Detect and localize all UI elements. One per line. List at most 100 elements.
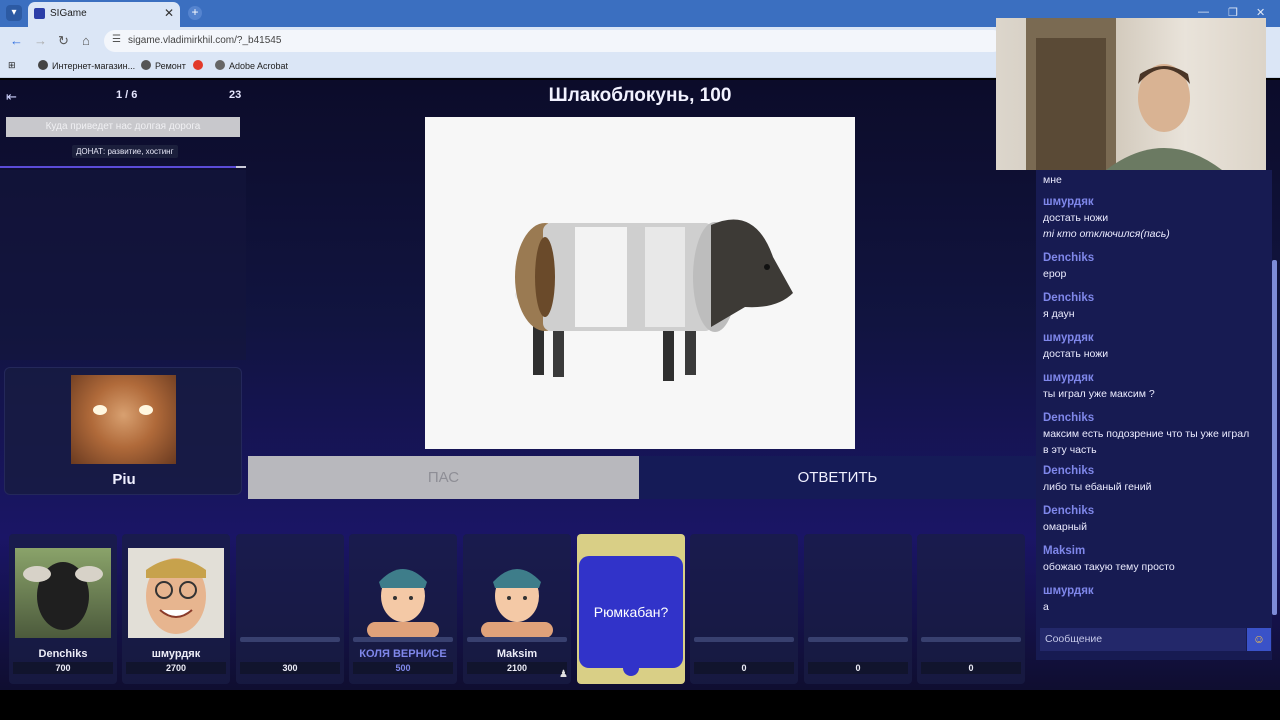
- chat-text: ерор: [1043, 268, 1067, 280]
- player-card[interactable]: 300: [236, 534, 344, 684]
- player-card[interactable]: шмурдяк 2700: [122, 534, 230, 684]
- answer-bubble-tail: [623, 666, 639, 676]
- game-notice: Куда приведет нас долгая дорога: [6, 117, 240, 137]
- chat-message: шмурдяк достать ножи: [1043, 330, 1108, 362]
- chat-text: омарный: [1043, 521, 1087, 533]
- player-score: 300: [240, 662, 340, 674]
- answer-bubble: Рюмкабан?: [579, 556, 683, 668]
- player-bar: [694, 637, 794, 642]
- theme-title: Шлакоблокунь, 100: [548, 85, 732, 106]
- back-icon[interactable]: ←: [10, 33, 23, 48]
- player-card[interactable]: 0: [804, 534, 912, 684]
- donate-link[interactable]: ДОНАТ: развитие, хостинг: [72, 145, 178, 158]
- bottom-bar: [0, 690, 1280, 720]
- bookmark-item[interactable]: Ремонт: [141, 60, 186, 71]
- player-bar: [353, 637, 453, 642]
- emoji-icon[interactable]: ☺: [1247, 628, 1271, 651]
- chat-author: Denchiks: [1043, 292, 1095, 304]
- host-avatar: [71, 375, 176, 464]
- chat-message: шмурдяк ты играл уже максим ?: [1043, 370, 1155, 402]
- chat-author: Denchiks: [1043, 412, 1095, 424]
- chat-text: достать ножи: [1043, 212, 1109, 224]
- player-card[interactable]: Maksim 2100 ♟: [463, 534, 571, 684]
- close-tab-icon[interactable]: ✕: [164, 6, 174, 20]
- player-name: шмурдяк: [151, 648, 201, 660]
- site-settings-icon[interactable]: ☰: [112, 34, 121, 45]
- player-bar: [240, 637, 340, 642]
- chat-message: Maksim обожаю такую тему просто: [1043, 543, 1175, 575]
- new-tab-icon[interactable]: +: [188, 6, 202, 20]
- bookmark-label: Интернет-магазин...: [52, 61, 136, 71]
- player-avatar: [355, 548, 451, 638]
- player-card[interactable]: Denchiks 700: [9, 534, 117, 684]
- timer-counter: 23: [229, 89, 242, 101]
- chat-message: Denchiks ерор: [1043, 250, 1094, 282]
- chat-author: шмурдяк: [1043, 585, 1094, 597]
- player-name: Maksim: [496, 648, 538, 660]
- chat-message: Denchiks омарный: [1043, 503, 1094, 535]
- chat-message: Denchiks максим есть подозрение что ты у…: [1043, 410, 1249, 458]
- question-image: [425, 117, 855, 449]
- game-area: ⇤ 1 / 6 23 Шлакоблокунь, 100 Куда привед…: [0, 80, 1280, 690]
- bookmark-label: Adobe Acrobat: [229, 61, 289, 71]
- reload-icon[interactable]: ↻: [58, 33, 69, 49]
- chat-author: Maksim: [1043, 545, 1086, 557]
- player-bar: [467, 637, 567, 642]
- info-panel: [0, 170, 246, 360]
- browser-tab[interactable]: SIGame ✕: [28, 2, 180, 27]
- pawn-icon: ♟: [559, 669, 568, 680]
- url-field[interactable]: ☰ sigame.vladimirkhil.com/?_b41545: [104, 30, 1004, 52]
- chat-author: Denchiks: [1043, 505, 1095, 517]
- player-card[interactable]: 0: [690, 534, 798, 684]
- chat-input[interactable]: Сообщение: [1040, 628, 1246, 651]
- player-score: 0: [808, 662, 908, 674]
- player-avatar: [128, 548, 224, 638]
- chat-text-note: ті кто отключился(пась): [1043, 228, 1170, 240]
- bookmark-label: Ремонт: [155, 61, 186, 71]
- url-text: sigame.vladimirkhil.com/?_b41545: [128, 35, 282, 46]
- player-score: 0: [694, 662, 794, 674]
- player-score: 2700: [126, 662, 226, 674]
- player-bar: [921, 637, 1021, 642]
- progress-line: [0, 166, 246, 168]
- player-score: 500: [353, 662, 453, 674]
- home-icon[interactable]: ⌂: [82, 33, 90, 48]
- progress-line-end: [236, 166, 246, 168]
- player-bar: [808, 637, 908, 642]
- player-score: 0: [921, 662, 1021, 674]
- chat-text: максим есть подозрение что ты уже играл: [1043, 428, 1250, 440]
- exit-icon[interactable]: ⇤: [6, 89, 24, 104]
- tab-title: SIGame: [50, 8, 87, 19]
- forward-icon[interactable]: →: [34, 33, 47, 48]
- player-score: 700: [13, 662, 113, 674]
- tab-menu-icon[interactable]: ▾: [6, 5, 22, 21]
- chat-message: Denchiks я даун: [1043, 290, 1094, 322]
- player-card[interactable]: 0: [917, 534, 1025, 684]
- chat-author: шмурдяк: [1043, 196, 1094, 208]
- player-score: 2100: [467, 662, 567, 674]
- apps-icon[interactable]: ⊞: [8, 60, 16, 71]
- bookmark-item[interactable]: Интернет-магазин...: [38, 60, 135, 71]
- bookmark-item[interactable]: Adobe Acrobat: [215, 60, 288, 71]
- host-card: Piu: [4, 367, 242, 495]
- host-name: Piu: [112, 471, 136, 488]
- chat-text: ты играл уже максим ?: [1043, 388, 1155, 400]
- chat-author: шмурдяк: [1043, 332, 1094, 344]
- chat-text: а: [1043, 601, 1049, 613]
- chat-text-line2: в эту часть: [1043, 444, 1097, 456]
- chat-scrollbar[interactable]: [1272, 260, 1277, 615]
- chat-text: либо ты ебаный гений: [1043, 481, 1152, 493]
- chat-message: мне: [1043, 172, 1062, 188]
- player-name: КОЛЯ ВЕРНИСЕ: [359, 648, 447, 660]
- chat-text: мне: [1043, 174, 1062, 186]
- acrobat-icon: [215, 60, 225, 70]
- chat-text: обожаю такую тему просто: [1043, 561, 1175, 573]
- pass-button[interactable]: ПАС: [248, 456, 639, 499]
- globe-icon: [38, 60, 48, 70]
- player-card[interactable]: КОЛЯ ВЕРНИСЕ 500: [349, 534, 457, 684]
- player-card-active[interactable]: Рюмкабан?: [577, 534, 685, 684]
- answer-button[interactable]: ОТВЕТИТЬ: [639, 456, 1036, 499]
- webcam-overlay: [996, 18, 1266, 170]
- minimize-icon[interactable]: —: [1198, 6, 1209, 18]
- yandex-icon[interactable]: [193, 60, 207, 71]
